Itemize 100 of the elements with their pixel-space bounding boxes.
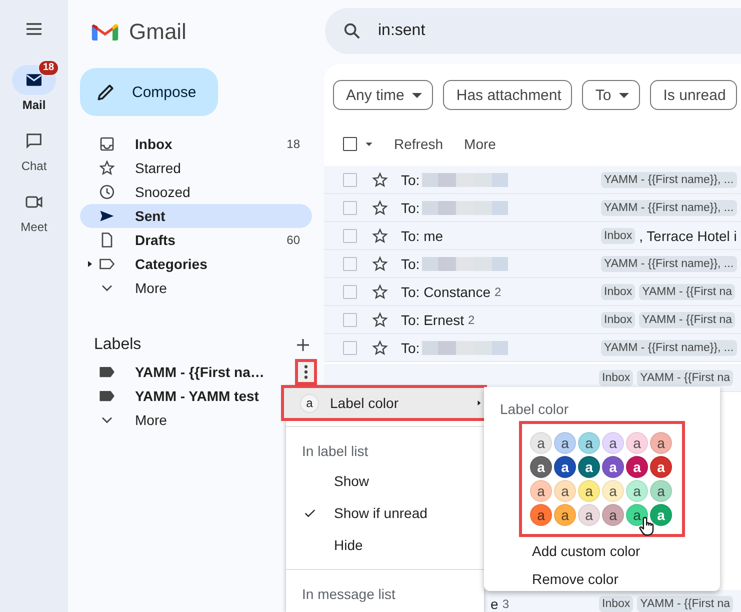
kebab-icon <box>304 365 308 379</box>
color-swatch[interactable]: a <box>626 456 648 478</box>
checkbox[interactable] <box>343 312 357 326</box>
color-swatch[interactable]: a <box>626 432 648 454</box>
recipient: To: <box>401 200 420 216</box>
section-title: Labels <box>94 336 142 354</box>
search-field[interactable]: in:sent <box>378 22 578 40</box>
app-name: Gmail <box>129 19 186 45</box>
checkbox[interactable] <box>343 172 357 186</box>
star-icon[interactable] <box>371 254 389 272</box>
star-icon[interactable] <box>371 226 389 244</box>
label-chip: Inbox <box>599 370 634 386</box>
menu-option[interactable]: Show if unread <box>286 497 484 529</box>
star-icon[interactable] <box>371 170 389 188</box>
color-swatch[interactable]: a <box>530 456 552 478</box>
search-bar[interactable]: in:sent <box>325 8 741 54</box>
label-color-item[interactable]: a Label color <box>284 388 484 418</box>
color-swatch[interactable]: a <box>650 432 672 454</box>
recipient: To: me <box>401 228 444 244</box>
select-all-checkbox[interactable] <box>343 137 357 151</box>
color-swatch[interactable]: a <box>626 480 648 502</box>
menu-option[interactable]: Add custom color <box>532 536 640 566</box>
checkbox[interactable] <box>343 228 357 242</box>
color-swatch[interactable]: a <box>578 432 600 454</box>
message-row[interactable]: To: YAMM - {{First name}}, ... <box>324 334 741 362</box>
label-chip: Inbox <box>599 596 634 612</box>
nav-item[interactable]: Drafts 60 <box>80 228 312 252</box>
expand-arrow-icon[interactable] <box>86 260 94 268</box>
nav-item[interactable]: Categories <box>80 252 312 276</box>
recipient: To: Ernest <box>401 312 464 328</box>
checkbox[interactable] <box>343 340 357 354</box>
color-swatch[interactable]: a <box>602 504 624 526</box>
menu-option[interactable]: Remove color <box>532 566 618 591</box>
dropdown-caret-icon <box>619 92 630 98</box>
color-swatch[interactable]: a <box>530 480 552 502</box>
color-swatch[interactable]: a <box>554 480 576 502</box>
message-row[interactable]: To: YAMM - {{First name}}, ... <box>324 194 741 222</box>
color-swatch[interactable]: a <box>602 480 624 502</box>
label-item[interactable]: YAMM - {{First na… <box>135 364 264 380</box>
recipient: e <box>490 596 498 612</box>
star-icon[interactable] <box>371 282 389 300</box>
color-swatch[interactable]: a <box>578 456 600 478</box>
filter-chip[interactable]: To <box>582 80 640 110</box>
plus-icon[interactable] <box>294 336 312 354</box>
menu-option[interactable]: Show <box>286 465 484 497</box>
color-swatch[interactable]: a <box>650 456 672 478</box>
message-snippet: , Terrace Hotel i <box>639 228 737 244</box>
label-chip: YAMM - {{First na <box>639 284 736 300</box>
color-swatch[interactable]: a <box>554 504 576 526</box>
more-options-button[interactable] <box>298 362 314 382</box>
message-row[interactable]: To: YAMM - {{First name}}, ... <box>324 250 741 278</box>
toolbar-button[interactable]: Refresh <box>394 136 444 152</box>
thread-count: 2 <box>494 284 502 298</box>
search-icon[interactable] <box>342 21 362 41</box>
checkbox[interactable] <box>343 200 357 214</box>
nav-item[interactable]: Snoozed <box>80 180 312 204</box>
label-chip: Inbox <box>601 312 636 328</box>
filter-chip[interactable]: Any time <box>333 80 434 110</box>
recipient: To: <box>401 172 420 188</box>
nav-item[interactable]: More <box>80 276 312 300</box>
star-icon[interactable] <box>371 198 389 216</box>
checkbox[interactable] <box>343 284 357 298</box>
menu-section-title: In label list <box>301 442 370 459</box>
compose-button[interactable]: Compose <box>80 68 218 116</box>
color-swatch[interactable]: a <box>554 432 576 454</box>
nav-item[interactable]: Inbox 18 <box>80 132 312 156</box>
star-icon[interactable] <box>371 310 389 328</box>
dropdown-caret-icon <box>412 92 422 98</box>
color-swatch[interactable]: a <box>578 480 600 502</box>
color-swatch[interactable]: a <box>602 432 624 454</box>
color-swatch: a <box>300 394 319 412</box>
rail-label: Meet <box>20 220 48 234</box>
toolbar-button[interactable]: More <box>464 136 496 152</box>
color-swatch[interactable]: a <box>578 504 600 526</box>
more-link[interactable]: More <box>135 412 167 428</box>
menu-option[interactable]: Hide <box>286 529 484 561</box>
label-chip: Inbox <box>601 284 636 300</box>
nav-item[interactable]: Starred <box>80 156 312 180</box>
color-swatch[interactable]: a <box>530 504 552 526</box>
thread-count: 3 <box>502 596 509 610</box>
label-chip: YAMM - {{First name}}, ... <box>601 340 737 356</box>
filter-chip[interactable]: Has attachment <box>443 80 572 110</box>
color-swatch[interactable]: a <box>650 480 672 502</box>
nav-item[interactable]: Sent <box>80 204 312 228</box>
message-row[interactable]: To: YAMM - {{First name}}, ... <box>324 166 741 194</box>
chat-icon <box>24 131 44 151</box>
color-swatch[interactable]: a <box>554 456 576 478</box>
clock-icon <box>98 183 116 201</box>
recipient: To: Constance <box>401 284 490 300</box>
color-swatch[interactable]: a <box>602 456 624 478</box>
label-item[interactable]: YAMM - YAMM test <box>135 388 259 404</box>
message-row[interactable]: To: Constance 2 Inbox YAMM - {{First na <box>324 278 741 306</box>
color-swatch[interactable]: a <box>530 432 552 454</box>
message-row[interactable]: To: Ernest 2 Inbox YAMM - {{First na <box>324 306 741 334</box>
star-icon[interactable] <box>371 338 389 356</box>
inbox-icon <box>98 135 116 153</box>
submenu-title: Label color <box>500 401 570 417</box>
message-row[interactable]: To: me Inbox , Terrace Hotel i <box>324 222 741 250</box>
checkbox[interactable] <box>343 256 357 270</box>
filter-chip[interactable]: Is unread <box>650 80 737 110</box>
